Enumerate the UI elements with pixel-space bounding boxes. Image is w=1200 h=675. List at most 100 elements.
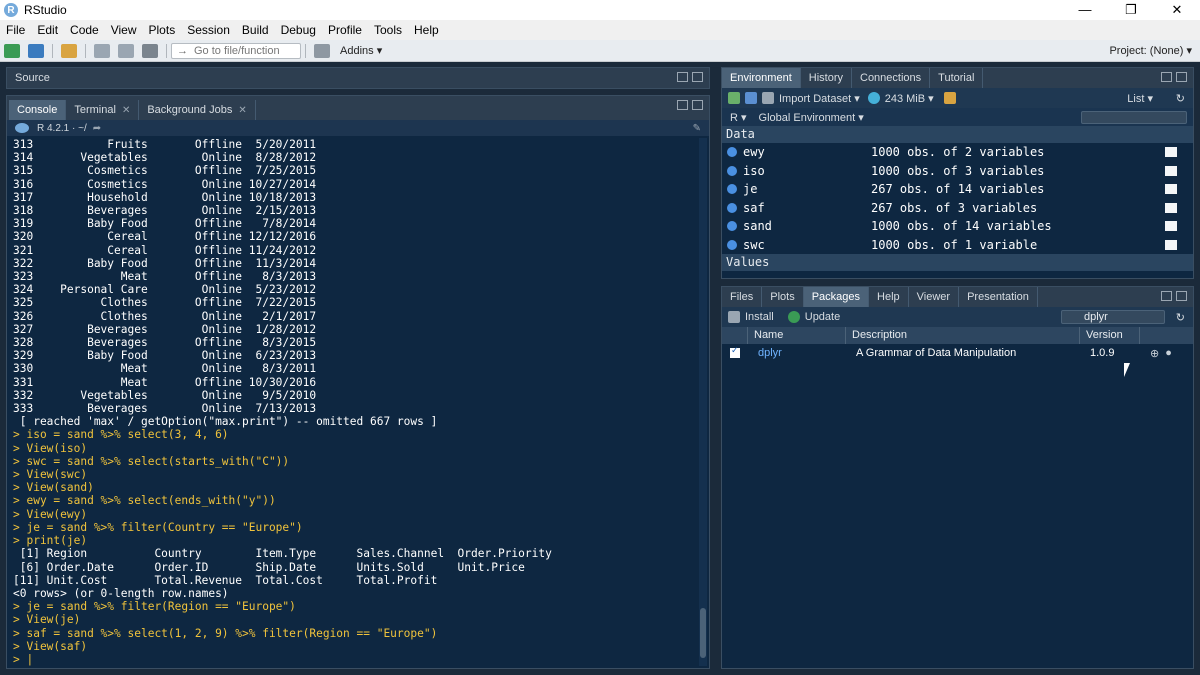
refresh-icon[interactable]: ↻: [1176, 92, 1185, 105]
tab-help[interactable]: Help: [869, 287, 909, 307]
tab-tutorial[interactable]: Tutorial: [930, 68, 984, 88]
remove-package-icon[interactable]: ●: [1165, 347, 1172, 359]
menu-file[interactable]: File: [0, 23, 31, 37]
clear-console-icon[interactable]: ✎: [693, 123, 701, 134]
memory-usage-button[interactable]: 243 MiB ▾: [885, 92, 934, 105]
tab-viewer[interactable]: Viewer: [909, 287, 960, 307]
import-dataset-button[interactable]: Import Dataset ▾: [779, 92, 860, 105]
tab-plots[interactable]: Plots: [762, 287, 804, 307]
expand-icon[interactable]: [727, 221, 737, 232]
go-to-file-input[interactable]: Go to file/function: [171, 42, 301, 59]
view-table-icon[interactable]: [1165, 239, 1177, 250]
console-output-line: 325 Clothes Offline 7/22/2015: [13, 296, 317, 310]
expand-icon[interactable]: [727, 202, 737, 213]
import-dataset-icon[interactable]: [762, 92, 774, 104]
console-output[interactable]: 313 Fruits Offline 5/20/2011 314 Vegetabl…: [7, 138, 697, 666]
minimize-pane-icon[interactable]: [1161, 72, 1172, 82]
print-icon[interactable]: [142, 43, 158, 58]
menu-edit[interactable]: Edit: [31, 23, 64, 37]
tab-packages[interactable]: Packages: [803, 287, 870, 307]
close-tab-icon[interactable]: ✕: [122, 105, 130, 116]
console-command-line: > View(iso): [13, 441, 88, 455]
install-icon[interactable]: [728, 311, 740, 323]
environment-search-input[interactable]: [1081, 111, 1187, 124]
save-icon[interactable]: [94, 43, 110, 58]
update-icon[interactable]: [787, 311, 800, 323]
console-output-line: [ reached 'max' / getOption("max.print")…: [13, 415, 438, 429]
tab-connections[interactable]: Connections: [852, 68, 931, 88]
tab-presentation[interactable]: Presentation: [959, 287, 1038, 307]
menu-profile[interactable]: Profile: [322, 23, 368, 37]
tab-console[interactable]: Console: [9, 100, 67, 120]
env-row-sand[interactable]: sand 1000 obs. of 14 variables: [722, 217, 1193, 236]
menu-view[interactable]: View: [105, 23, 143, 37]
package-loaded-checkbox[interactable]: [730, 345, 740, 358]
menu-build[interactable]: Build: [236, 23, 275, 37]
maximize-pane-icon[interactable]: [692, 100, 703, 110]
packages-table-header: Name Description Version: [722, 327, 1193, 344]
tab-history[interactable]: History: [801, 68, 852, 88]
menu-tools[interactable]: Tools: [368, 23, 408, 37]
close-button[interactable]: ✕: [1154, 0, 1200, 20]
new-project-icon[interactable]: [28, 43, 44, 58]
open-folder-icon[interactable]: [61, 43, 77, 58]
menu-help[interactable]: Help: [408, 23, 445, 37]
console-command-line: > View(je): [13, 613, 81, 627]
close-tab-icon[interactable]: ✕: [238, 105, 246, 116]
env-row-je[interactable]: je 267 obs. of 14 variables: [722, 180, 1193, 199]
menu-session[interactable]: Session: [181, 23, 236, 37]
minimize-pane-icon[interactable]: [677, 100, 688, 110]
column-header-description[interactable]: Description: [846, 327, 1080, 344]
view-table-icon[interactable]: [1165, 147, 1177, 158]
package-name-link[interactable]: dplyr: [758, 347, 856, 359]
env-row-ewy[interactable]: ewy 1000 obs. of 2 variables: [722, 143, 1193, 162]
column-header-version[interactable]: Version: [1080, 327, 1140, 344]
view-table-icon[interactable]: [1165, 165, 1177, 176]
load-workspace-icon[interactable]: [728, 92, 740, 104]
tab-environment[interactable]: Environment: [722, 68, 801, 88]
env-row-saf[interactable]: saf 267 obs. of 3 variables: [722, 199, 1193, 218]
console-output-line: 317 Household Online 10/18/2013: [13, 190, 317, 204]
env-row-iso[interactable]: iso 1000 obs. of 3 variables: [722, 162, 1193, 181]
save-workspace-icon[interactable]: [745, 92, 757, 104]
scrollbar-thumb[interactable]: [700, 608, 706, 658]
project-menu[interactable]: Project: (None) ▾: [1109, 44, 1192, 57]
menu-debug[interactable]: Debug: [275, 23, 322, 37]
console-scrollbar[interactable]: [699, 138, 707, 666]
maximize-pane-icon[interactable]: [1176, 291, 1187, 301]
addins-menu[interactable]: Addins ▾: [340, 44, 382, 57]
maximize-pane-icon[interactable]: [692, 72, 703, 82]
view-table-icon[interactable]: [1165, 221, 1177, 232]
minimize-pane-icon[interactable]: [1161, 291, 1172, 301]
pane-layout-icon[interactable]: [314, 43, 330, 58]
new-file-icon[interactable]: [4, 43, 20, 58]
save-all-icon[interactable]: [118, 43, 134, 58]
tab-terminal[interactable]: Terminal ✕: [66, 100, 140, 120]
tab-background-jobs[interactable]: Background Jobs ✕: [139, 100, 256, 120]
expand-icon[interactable]: [727, 239, 737, 250]
expand-icon[interactable]: [727, 165, 737, 176]
scope-select[interactable]: Global Environment ▾: [759, 111, 864, 124]
tab-files[interactable]: Files: [722, 287, 763, 307]
expand-icon[interactable]: [727, 147, 737, 158]
refresh-icon[interactable]: ↻: [1176, 311, 1185, 324]
install-button[interactable]: Install: [745, 311, 774, 323]
column-header-name[interactable]: Name: [748, 327, 846, 344]
language-select[interactable]: R ▾: [730, 111, 747, 124]
browse-package-icon[interactable]: ⊕: [1150, 347, 1159, 360]
view-mode-select[interactable]: List ▾: [1127, 92, 1153, 105]
restore-pane-icon[interactable]: [677, 72, 688, 82]
env-row-swc[interactable]: swc 1000 obs. of 1 variable: [722, 236, 1193, 255]
expand-icon[interactable]: [727, 184, 737, 195]
view-table-icon[interactable]: [1165, 184, 1177, 195]
menu-code[interactable]: Code: [64, 23, 105, 37]
broom-icon[interactable]: [943, 92, 956, 104]
package-search-input[interactable]: dplyr: [1061, 310, 1165, 324]
update-button[interactable]: Update: [805, 311, 840, 323]
maximize-pane-icon[interactable]: [1176, 72, 1187, 82]
maximize-button[interactable]: ❐: [1108, 0, 1154, 20]
minimize-button[interactable]: —: [1062, 0, 1108, 20]
view-table-icon[interactable]: [1165, 202, 1177, 213]
go-to-directory-icon[interactable]: ➦: [93, 123, 101, 134]
menu-plots[interactable]: Plots: [143, 23, 182, 37]
